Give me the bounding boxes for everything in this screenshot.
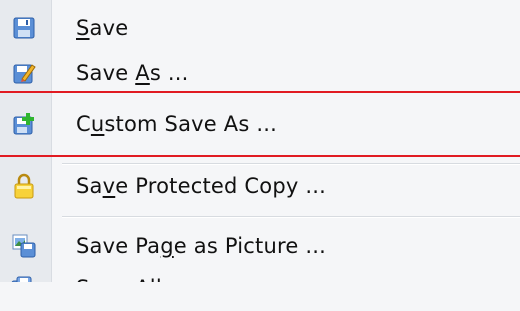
save-page-as-picture-label: Save Page as Picture ... (76, 234, 326, 258)
save-page-picture-icon (10, 232, 38, 260)
menu-separator (62, 163, 520, 165)
menu-item-save-page-as-picture[interactable]: Save Page as Picture ... (0, 226, 520, 266)
custom-save-plus-icon (10, 110, 38, 138)
save-as-label: Save As ... (76, 61, 189, 85)
file-save-menu: Save Save As ... Custom Save As ... Save… (0, 0, 520, 311)
menu-separator (62, 216, 520, 218)
save-label: Save (76, 16, 129, 40)
protected-copy-lock-icon (10, 172, 38, 200)
menu-item-save[interactable]: Save (0, 8, 520, 48)
menu-item-save-protected-copy[interactable]: Save Protected Copy ... (0, 166, 520, 206)
save-as-pencil-icon (10, 59, 38, 87)
menu-item-custom-save-as[interactable]: Custom Save As ... (0, 104, 520, 144)
menu-cutoff-edge (0, 282, 520, 311)
menu-item-save-as[interactable]: Save As ... (0, 53, 520, 93)
custom-save-as-label: Custom Save As ... (76, 112, 277, 136)
save-protected-copy-label: Save Protected Copy ... (76, 174, 326, 198)
save-disk-icon (10, 14, 38, 42)
